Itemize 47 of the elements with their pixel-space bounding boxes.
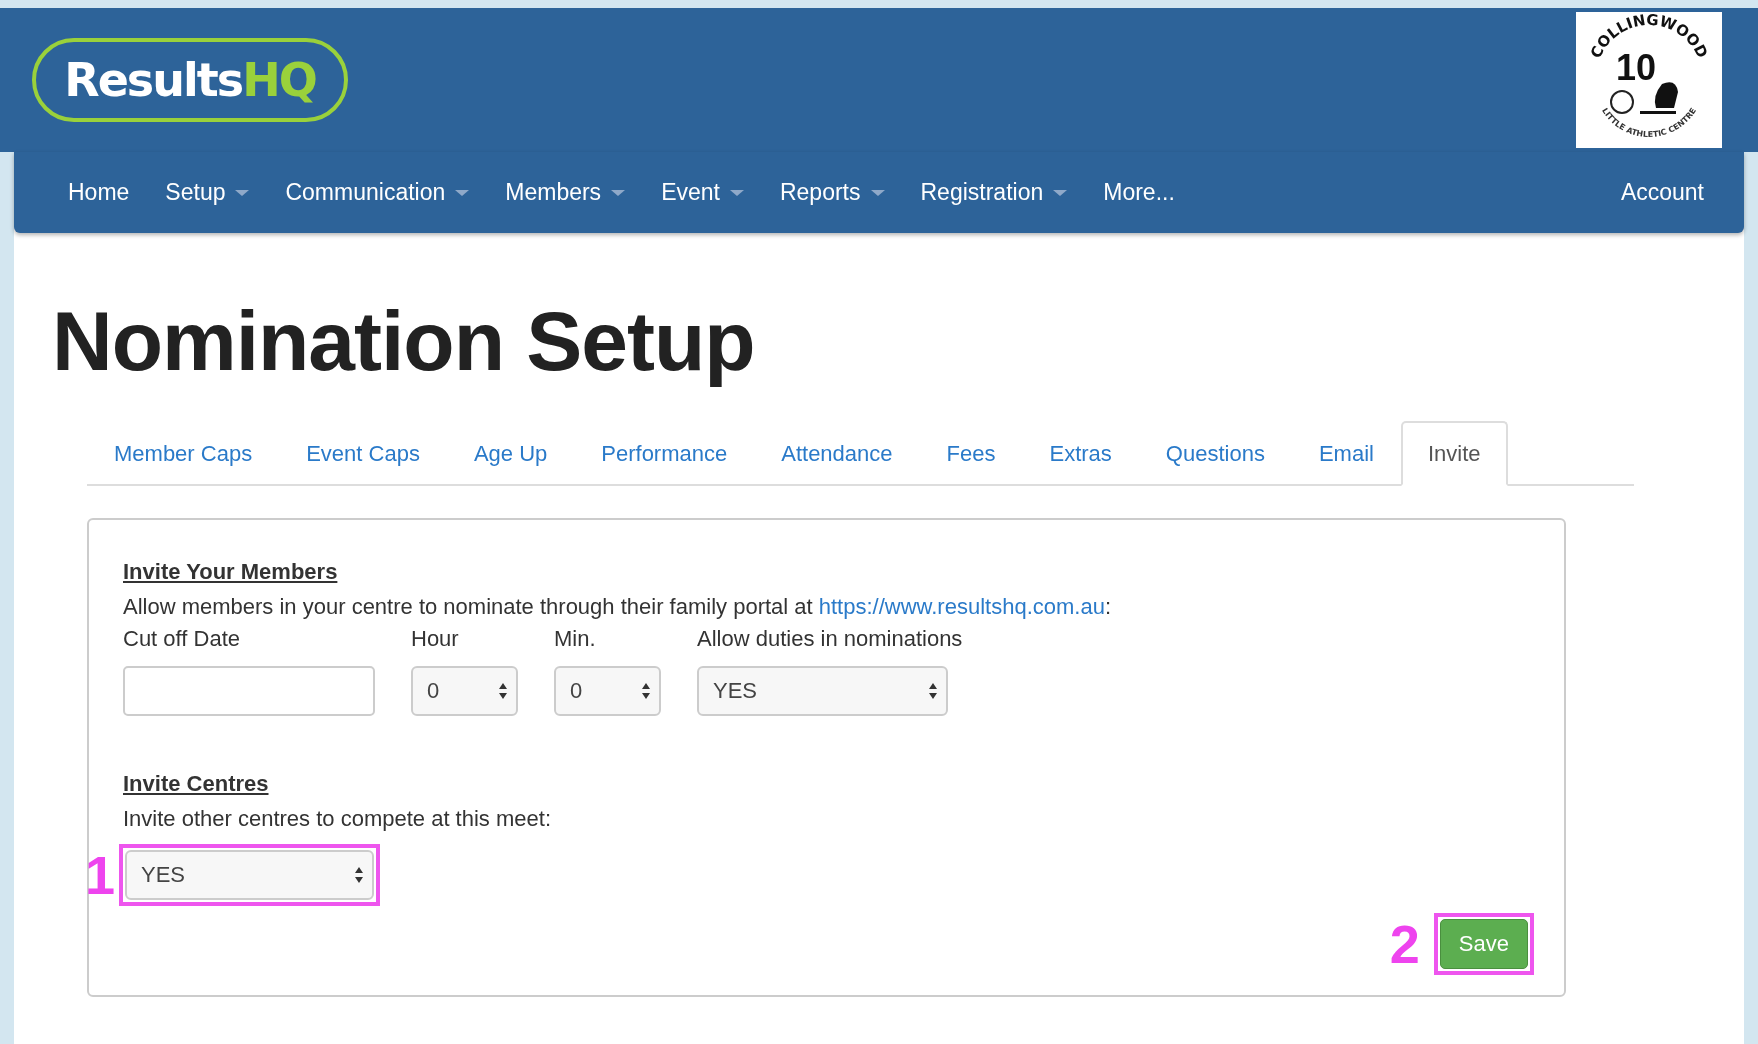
select-field[interactable]: YES — [697, 666, 948, 716]
field-label: Hour — [411, 626, 460, 652]
up-down-arrows-icon — [354, 866, 364, 884]
field-label: Cut off Date — [123, 626, 241, 652]
nav-menu-item[interactable]: Setup — [147, 179, 268, 206]
caret-icon — [455, 189, 470, 196]
field-label: Allow duties in nominations — [697, 626, 964, 652]
tab[interactable]: Email — [1291, 421, 1401, 486]
nav-menu-item[interactable]: More... — [1085, 179, 1193, 206]
caret-icon — [1053, 189, 1068, 196]
portal-link[interactable]: https://www.resultshq.com.au — [818, 594, 1105, 619]
nav-menu-item[interactable]: Home — [50, 179, 148, 206]
up-down-arrows-icon — [498, 682, 508, 700]
page-title: Nomination Setup — [51, 293, 756, 390]
caret-icon — [611, 189, 626, 196]
description-text: Allow members in your centre to nominate through their family portal at https://www.resultshq.com.au: — [123, 593, 1112, 621]
caret-icon — [729, 189, 744, 196]
tab[interactable]: Invite — [1400, 421, 1508, 486]
description-text: Invite other centres to compete at this meet: — [123, 805, 552, 833]
tab[interactable]: Attendance — [754, 421, 920, 486]
tab[interactable]: Age Up — [446, 421, 575, 486]
annotation-number: 2 — [1389, 916, 1420, 972]
annotation-number: 1 — [85, 847, 117, 903]
tab[interactable]: Member Caps — [87, 421, 280, 486]
tab[interactable]: Event Caps — [279, 421, 447, 486]
caret-icon — [235, 189, 250, 196]
date-field[interactable] — [123, 666, 375, 716]
select-field[interactable]: YES — [125, 850, 374, 900]
nav-menu-item[interactable]: Reports — [761, 179, 903, 206]
nav-menu-item[interactable]: Communication — [267, 179, 488, 206]
tab[interactable]: Questions — [1138, 421, 1292, 486]
section-heading: Invite Centres — [123, 770, 269, 798]
brand-logo[interactable]: ResultsHQ — [32, 38, 348, 122]
tab[interactable]: Fees — [919, 421, 1023, 486]
select-field[interactable]: 0 — [554, 666, 661, 716]
caret-icon — [870, 189, 885, 196]
up-down-arrows-icon — [641, 682, 651, 700]
field-label: Min. — [554, 626, 597, 652]
nav-menu-item[interactable]: Event — [643, 179, 762, 206]
up-down-arrows-icon — [928, 682, 938, 700]
nav-menu-item[interactable]: Registration — [902, 179, 1086, 206]
select-field[interactable]: 0 — [411, 666, 518, 716]
section-heading: Invite Your Members — [123, 558, 338, 586]
account-menu-item[interactable]: Account — [1602, 179, 1722, 206]
tab[interactable]: Performance — [574, 421, 755, 486]
nav-menu-item[interactable]: Members — [487, 179, 644, 206]
tab[interactable]: Extras — [1022, 421, 1139, 486]
